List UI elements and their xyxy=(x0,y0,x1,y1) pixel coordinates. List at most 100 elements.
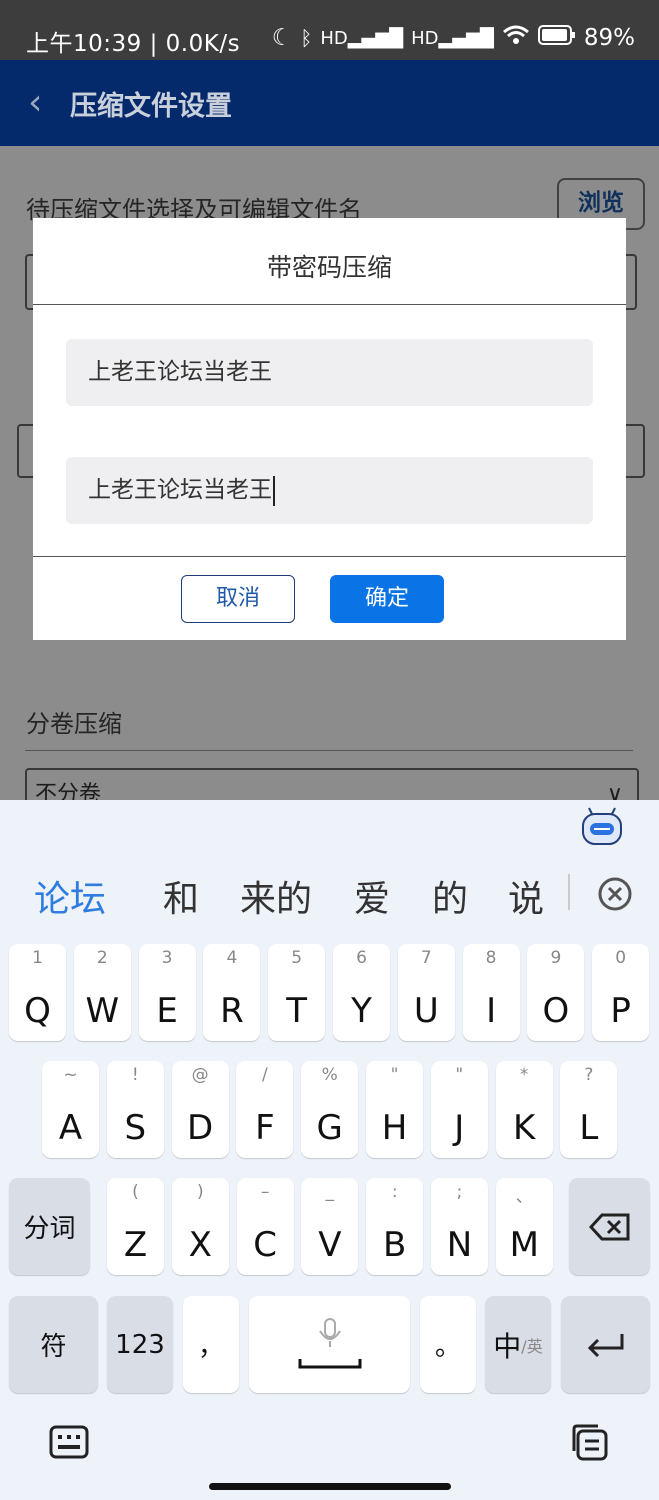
enter-icon xyxy=(561,1296,650,1393)
key-n[interactable]: ; N xyxy=(431,1178,488,1275)
space-key[interactable] xyxy=(249,1296,410,1393)
key-b[interactable]: :B xyxy=(366,1178,424,1275)
key-hint: 8 xyxy=(485,948,497,968)
keyboard-switch-icon[interactable] xyxy=(49,1425,89,1463)
key-z[interactable]: (Z xyxy=(107,1178,164,1275)
key-j[interactable]: " J xyxy=(430,1061,488,1158)
password-dialog: 带密码压缩 上老王论坛当老王 上老王论坛当老王 取消 确定 xyxy=(33,218,626,640)
key-hint: 1 xyxy=(32,948,43,968)
page-title: 压缩文件设置 xyxy=(70,91,232,122)
key-label: E xyxy=(156,991,178,1031)
key-label: L xyxy=(579,1108,599,1148)
key-w[interactable]: 2W xyxy=(73,944,131,1041)
key-k[interactable]: * K xyxy=(495,1061,553,1158)
key-hint: " xyxy=(455,1065,464,1085)
status-bar: 上午10:39 | 0.0K/s ☾ ᛒ HD▂▄▆█ HD▂▄▆█ 89% xyxy=(0,0,659,60)
key-u[interactable]: 7U xyxy=(397,944,455,1041)
clipboard-icon[interactable] xyxy=(570,1423,610,1465)
key-c[interactable]: – C xyxy=(236,1178,294,1275)
key-hint: – xyxy=(260,1182,270,1202)
key-label: S xyxy=(124,1108,147,1148)
key-v[interactable]: _ V xyxy=(301,1178,359,1275)
key-h[interactable]: " H xyxy=(366,1061,423,1158)
status-icons: ☾ ᛒ HD▂▄▆█ HD▂▄▆█ 89% xyxy=(272,24,635,52)
backspace-icon xyxy=(569,1178,650,1275)
key-g[interactable]: % G xyxy=(301,1061,359,1158)
dialog-title: 带密码压缩 xyxy=(266,253,392,282)
key-label: D xyxy=(187,1108,214,1148)
period-key-label: 。 xyxy=(434,1332,461,1362)
confirm-password-field[interactable]: 上老王论坛当老王 xyxy=(66,457,593,524)
comma-key[interactable]: ， xyxy=(183,1296,239,1393)
key-label: J xyxy=(454,1108,465,1148)
language-switch-key[interactable]: 中/英 xyxy=(485,1296,551,1393)
candidate-word[interactable]: 的 xyxy=(432,870,468,922)
period-key[interactable]: 。 xyxy=(420,1296,476,1393)
key-label: T xyxy=(286,991,308,1031)
key-x[interactable]: ) X xyxy=(171,1178,229,1275)
key-label: P xyxy=(610,991,631,1031)
key-o[interactable]: 9O xyxy=(527,944,585,1041)
comma-key-label: ， xyxy=(197,1332,224,1362)
key-a[interactable]: ~ A xyxy=(42,1061,99,1158)
key-hint: ! xyxy=(131,1065,139,1085)
back-arrow-icon[interactable]: ‹ xyxy=(28,82,42,123)
key-label: V xyxy=(318,1225,342,1265)
wifi-icon xyxy=(502,24,530,52)
key-label: Z xyxy=(123,1225,148,1265)
key-label: C xyxy=(253,1225,277,1265)
key-label: Y xyxy=(351,991,372,1031)
key-label: K xyxy=(512,1108,536,1148)
candidate-word[interactable]: 说 xyxy=(508,870,544,922)
key-l[interactable]: ? L xyxy=(560,1061,618,1158)
candidate-word[interactable]: 论坛 xyxy=(34,870,106,922)
backspace-key[interactable] xyxy=(569,1178,650,1275)
password-field[interactable]: 上老王论坛当老王 xyxy=(66,339,593,406)
key-label: O xyxy=(542,991,570,1031)
segment-key-label: 分词 xyxy=(23,1214,76,1244)
key-r[interactable]: 4R xyxy=(203,944,261,1041)
key-y[interactable]: 6Y xyxy=(333,944,390,1041)
microphone-icon xyxy=(249,1296,410,1393)
key-label: Q xyxy=(24,991,51,1031)
key-label: H xyxy=(381,1108,408,1148)
key-q[interactable]: 1Q xyxy=(9,944,66,1041)
key-t[interactable]: 5T xyxy=(268,944,326,1041)
key-label: I xyxy=(486,991,497,1031)
key-e[interactable]: 3E xyxy=(138,944,196,1041)
key-d[interactable]: @ D xyxy=(171,1061,229,1158)
moon-icon: ☾ xyxy=(271,25,293,51)
symbol-key-label: 符 xyxy=(40,1332,67,1362)
status-time: 上午10:39 | 0.0K/s xyxy=(26,31,241,57)
key-hint: 7 xyxy=(420,948,432,968)
number-key[interactable]: 123 xyxy=(107,1296,173,1393)
confirm-password-value: 上老王论坛当老王 xyxy=(88,477,272,503)
close-candidates-icon[interactable] xyxy=(597,876,633,916)
key-m[interactable]: 、 M xyxy=(495,1178,553,1275)
key-hint: _ xyxy=(325,1182,335,1202)
key-label: M xyxy=(509,1225,539,1265)
key-label: R xyxy=(220,991,244,1031)
key-label: N xyxy=(446,1225,473,1265)
key-f[interactable]: / F xyxy=(236,1061,294,1158)
key-hint: 6 xyxy=(356,948,367,968)
key-hint: 5 xyxy=(291,948,303,968)
assistant-robot-icon[interactable] xyxy=(580,806,624,850)
candidate-word[interactable]: 爱 xyxy=(354,870,390,922)
signal-icon: HD▂▄▆█ xyxy=(320,27,404,49)
key-label: B xyxy=(383,1225,407,1265)
key-hint: " xyxy=(390,1065,399,1085)
symbol-key[interactable]: 符 xyxy=(9,1296,98,1393)
cancel-button[interactable]: 取消 xyxy=(181,575,295,623)
segment-key[interactable]: 分词 xyxy=(9,1178,90,1275)
key-s[interactable]: ! S xyxy=(106,1061,164,1158)
key-p[interactable]: 0P xyxy=(592,944,650,1041)
key-hint: @ xyxy=(191,1065,209,1085)
confirm-button[interactable]: 确定 xyxy=(330,575,444,623)
enter-key[interactable] xyxy=(561,1296,650,1393)
candidate-word[interactable]: 和 xyxy=(163,870,199,922)
candidate-word[interactable]: 来的 xyxy=(240,870,312,922)
home-indicator[interactable] xyxy=(209,1483,451,1490)
key-i[interactable]: 8I xyxy=(462,944,520,1041)
key-hint: ) xyxy=(196,1182,204,1202)
